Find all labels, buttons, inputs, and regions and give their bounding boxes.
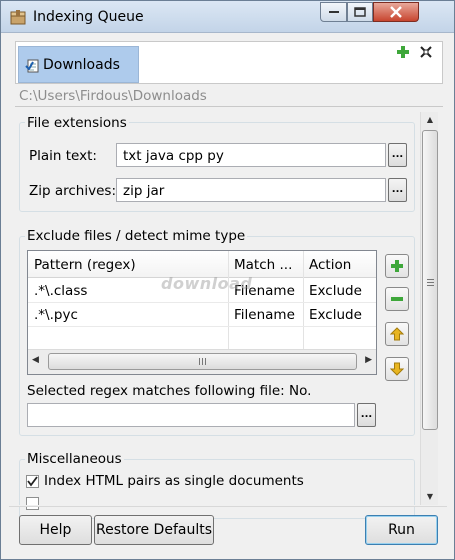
indexing-queue-window: Indexing Queue Downloads C:\Users\Firdou…	[0, 0, 455, 560]
window-title: Indexing Queue	[33, 9, 144, 25]
arrow-down-icon	[390, 362, 404, 376]
regex-match-status: Selected regex matches following file: N…	[27, 383, 312, 399]
scroll-left-icon[interactable]: ◀	[32, 355, 39, 365]
remove-pattern-button[interactable]	[385, 287, 409, 311]
add-pattern-button[interactable]	[385, 254, 409, 278]
table-horizontal-scrollbar[interactable]: ◀ ▶	[28, 349, 376, 374]
zip-archives-field[interactable]: zip jar	[116, 178, 386, 202]
plain-text-field[interactable]: txt java cpp py	[116, 143, 386, 167]
checkmark-icon	[27, 476, 38, 487]
arrow-up-icon	[390, 327, 404, 341]
minimize-icon	[328, 11, 339, 13]
column-header-pattern[interactable]: Pattern (regex)	[34, 257, 224, 273]
scroll-thumb[interactable]	[422, 130, 438, 430]
run-button[interactable]: Run	[365, 515, 438, 545]
exclude-table: Pattern (regex) Match ... Action .*\.cla…	[27, 250, 377, 375]
action-cell: Exclude	[309, 283, 362, 299]
watermark-logo: download	[161, 274, 253, 293]
match-cell: Filename	[234, 307, 295, 323]
plus-icon	[391, 260, 403, 272]
regex-test-field[interactable]	[27, 403, 355, 427]
folder-path: C:\Users\Firdous\Downloads	[19, 88, 207, 104]
checked-document-icon	[25, 59, 39, 73]
index-html-label: Index HTML pairs as single documents	[44, 473, 304, 489]
second-option-checkbox[interactable]	[26, 497, 39, 510]
grip-icon	[199, 358, 200, 365]
zip-archives-label: Zip archives:	[29, 183, 116, 199]
app-icon	[10, 10, 26, 25]
restore-defaults-button[interactable]: Restore Defaults	[94, 515, 214, 545]
index-html-checkbox[interactable]	[26, 475, 39, 488]
exclude-title: Exclude files / detect mime type	[25, 228, 248, 244]
misc-group	[19, 459, 415, 519]
divider	[15, 106, 443, 107]
help-button[interactable]: Help	[19, 515, 92, 545]
close-icon	[390, 6, 402, 18]
misc-title: Miscellaneous	[25, 451, 124, 467]
pattern-cell: .*\.pyc	[34, 307, 78, 323]
scroll-up-icon[interactable]: ▲	[421, 112, 439, 128]
remove-tab-icon[interactable]	[419, 45, 433, 59]
maximize-icon	[354, 7, 366, 17]
tab-downloads[interactable]: Downloads	[18, 46, 139, 83]
add-tab-icon[interactable]	[396, 45, 410, 59]
plain-text-label: Plain text:	[29, 148, 97, 164]
title-bar: Indexing Queue	[1, 1, 454, 33]
scroll-down-icon[interactable]: ▼	[421, 489, 439, 505]
divider	[9, 506, 447, 507]
grip-icon	[427, 279, 434, 280]
queue-tab-strip: Downloads	[15, 41, 443, 84]
scroll-right-icon[interactable]: ▶	[365, 355, 372, 365]
plain-text-browse-button[interactable]: ...	[388, 143, 407, 167]
minimize-button[interactable]	[320, 2, 347, 22]
close-button[interactable]	[373, 2, 419, 22]
move-up-button[interactable]	[385, 322, 409, 346]
regex-test-browse-button[interactable]: ...	[357, 403, 376, 427]
move-down-button[interactable]	[385, 357, 409, 381]
maximize-button[interactable]	[347, 2, 373, 22]
pattern-cell: .*\.class	[34, 283, 88, 299]
minus-icon	[391, 297, 403, 301]
action-cell: Exclude	[309, 307, 362, 323]
column-header-action[interactable]: Action	[309, 257, 375, 273]
scroll-thumb[interactable]	[48, 353, 357, 370]
table-row[interactable]: .*\.pyc Filename Exclude	[28, 303, 376, 327]
zip-archives-browse-button[interactable]: ...	[388, 178, 407, 202]
tab-label: Downloads	[43, 57, 120, 73]
file-extensions-title: File extensions	[25, 115, 129, 131]
vertical-scrollbar[interactable]: ▲ ▼	[420, 112, 438, 505]
column-header-match[interactable]: Match ...	[234, 257, 302, 273]
